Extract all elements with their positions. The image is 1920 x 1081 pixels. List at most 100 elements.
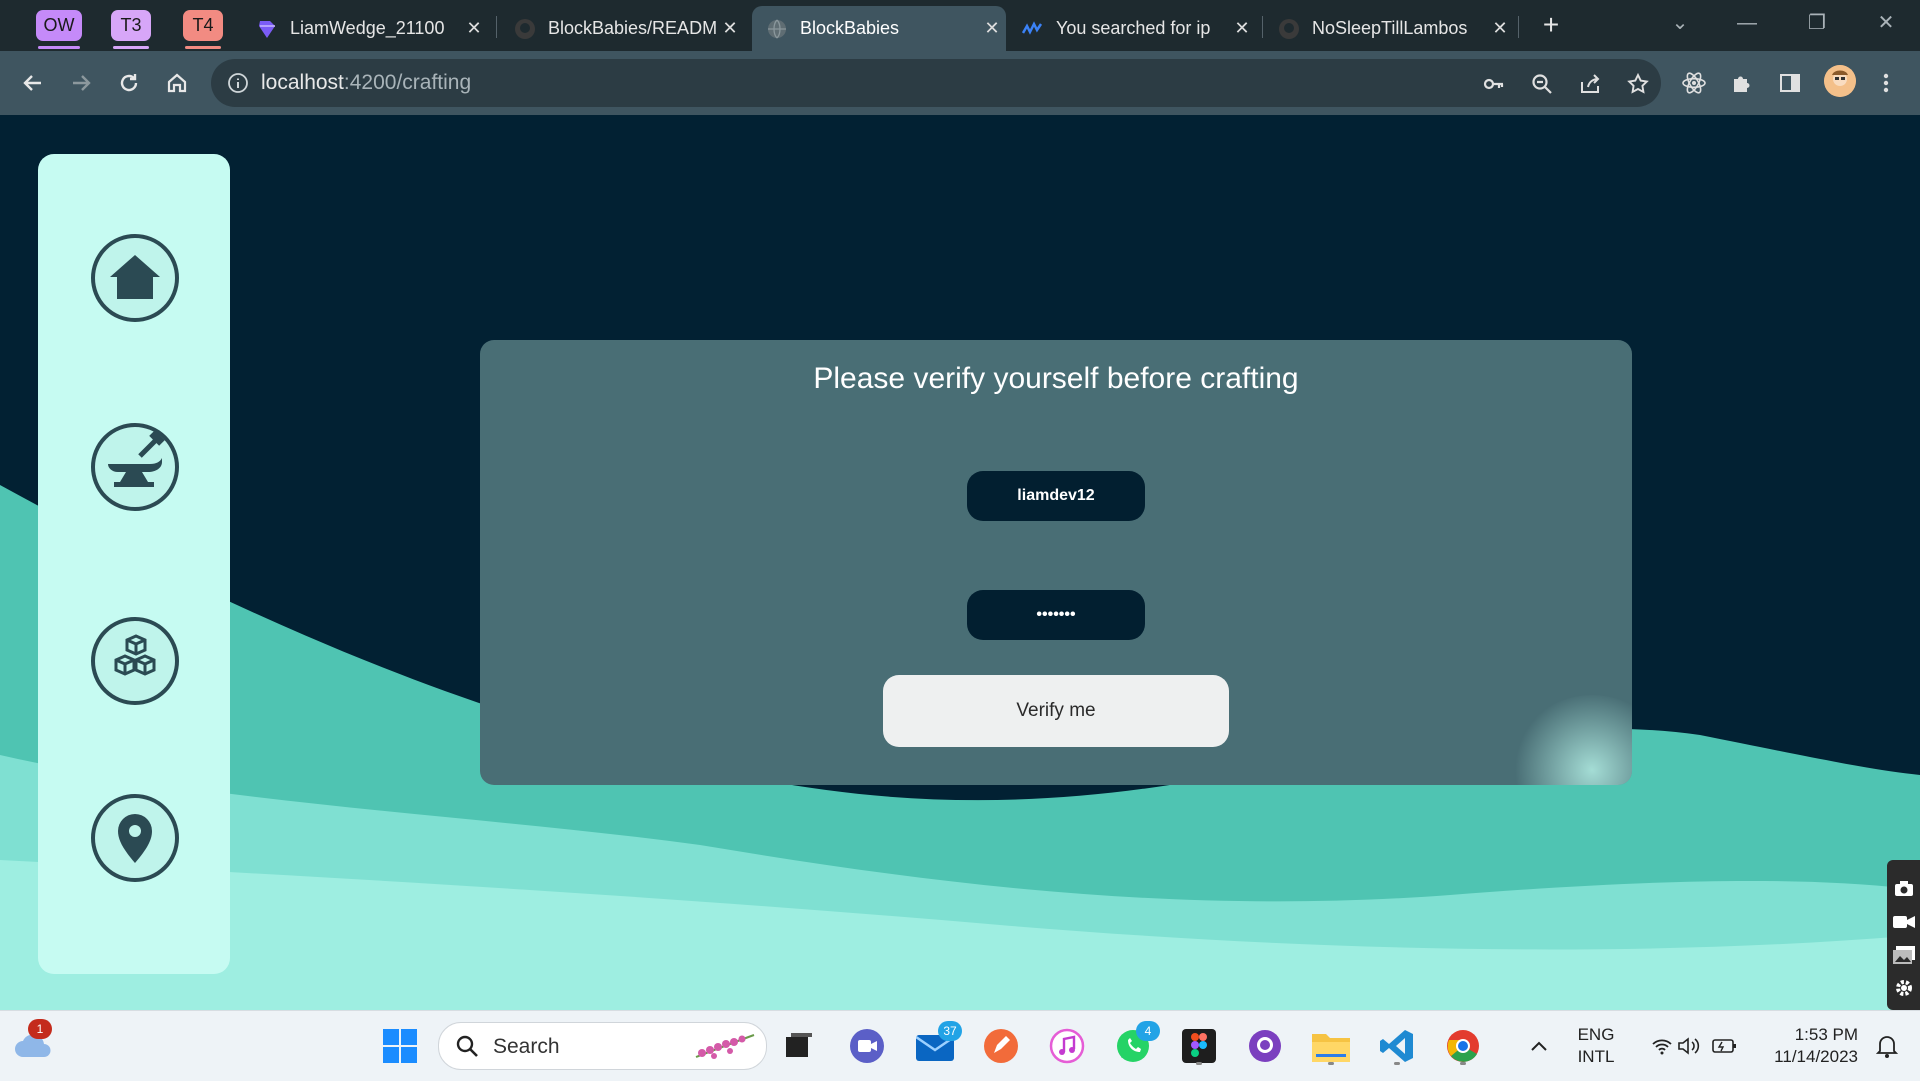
tab-blockbabies-readme[interactable]: BlockBabies/READM ✕ — [500, 6, 744, 51]
taskbar-app-pen[interactable] — [980, 1025, 1022, 1067]
reload-icon — [120, 74, 138, 92]
card-glow — [1512, 695, 1632, 785]
url-path: :4200/crafting — [343, 71, 472, 94]
speaker-icon — [1678, 1037, 1700, 1055]
chevron-up-icon — [1531, 1041, 1547, 1051]
vscode-icon — [1380, 1030, 1413, 1062]
zoom-out-icon[interactable] — [1529, 71, 1555, 97]
task-view-button[interactable] — [778, 1025, 820, 1067]
browser-toolbar: localhost:4200/crafting — [0, 51, 1920, 115]
taskbar-app-chrome[interactable] — [1442, 1025, 1484, 1067]
wave-logo-icon — [1022, 18, 1044, 40]
search-icon — [456, 1035, 478, 1057]
capture-toolbar — [1887, 860, 1920, 1010]
reload-button[interactable] — [111, 65, 147, 101]
mail-badge: 37 — [938, 1021, 962, 1041]
tab-group-label: OW — [43, 15, 75, 35]
home-button[interactable] — [159, 65, 195, 101]
taskbar-app-whatsapp[interactable]: 4 — [1112, 1021, 1160, 1067]
info-icon[interactable] — [227, 72, 249, 94]
react-devtools-icon[interactable] — [1676, 65, 1712, 101]
tab-title: BlockBabies/READM — [548, 18, 716, 38]
tab-group-t4[interactable]: T4 — [183, 10, 223, 49]
nav-home-button[interactable] — [90, 233, 180, 323]
nav-inventory-button[interactable] — [90, 616, 180, 706]
password-field[interactable] — [967, 590, 1145, 640]
extensions-icon[interactable] — [1724, 65, 1760, 101]
taskbar-app-vscode[interactable] — [1376, 1025, 1418, 1067]
taskbar-app-explorer[interactable] — [1310, 1025, 1352, 1067]
tab-liamwedge[interactable]: LiamWedge_21100 ✕ — [242, 6, 488, 51]
tab-search-results[interactable]: You searched for ip ✕ — [1008, 6, 1256, 51]
key-icon[interactable] — [1481, 71, 1507, 97]
taskbar-search[interactable]: Search — [438, 1022, 767, 1070]
clock-time: 1:53 PM — [1794, 1025, 1858, 1044]
globe-icon — [766, 18, 788, 40]
gallery-icon[interactable] — [1893, 944, 1915, 966]
minimize-button[interactable]: — — [1727, 8, 1767, 38]
close-icon[interactable]: ✕ — [978, 18, 1006, 39]
taskbar-app-mail[interactable]: 37 — [914, 1021, 962, 1067]
menu-kebab-icon[interactable] — [1868, 65, 1904, 101]
taskbar-app-github[interactable] — [1244, 1025, 1286, 1067]
forward-button[interactable] — [63, 65, 99, 101]
close-icon[interactable]: ✕ — [1486, 18, 1514, 39]
close-icon[interactable]: ✕ — [1228, 18, 1256, 39]
windows-taskbar: 1 Search 37 4 ENG INTL 1:53 PM 11/14/202… — [0, 1010, 1920, 1081]
nav-location-button[interactable] — [90, 793, 180, 883]
page-title: Please verify yourself before crafting — [813, 362, 1299, 395]
nav-crafting-button[interactable] — [90, 422, 180, 512]
camera-icon[interactable] — [1893, 878, 1915, 900]
language-bottom: INTL — [1577, 1047, 1615, 1066]
clock-date: 11/14/2023 — [1774, 1047, 1858, 1066]
language-indicator[interactable]: ENG INTL — [1568, 1024, 1624, 1068]
start-button[interactable] — [379, 1025, 421, 1067]
weather-widget[interactable]: 1 — [12, 1019, 54, 1067]
address-bar[interactable]: localhost:4200/crafting — [211, 59, 1661, 107]
battery-button[interactable] — [1704, 1025, 1746, 1067]
verify-button[interactable]: Verify me — [883, 675, 1229, 747]
close-icon[interactable]: ✕ — [716, 18, 744, 39]
tab-group-t3[interactable]: T3 — [111, 10, 151, 49]
whatsapp-badge: 4 — [1136, 1021, 1160, 1041]
close-window-button[interactable]: ✕ — [1866, 8, 1906, 38]
side-panel-icon[interactable] — [1772, 65, 1808, 101]
home-icon — [91, 234, 179, 322]
share-icon[interactable] — [1577, 71, 1603, 97]
taskbar-app-itunes[interactable] — [1046, 1025, 1088, 1067]
notification-bell-icon — [1876, 1036, 1898, 1058]
username-field[interactable] — [967, 471, 1145, 521]
figma-icon — [1182, 1029, 1216, 1063]
taskbar-app-teams[interactable] — [846, 1025, 888, 1067]
gear-icon[interactable] — [1893, 977, 1915, 999]
verify-button-label: Verify me — [1016, 700, 1096, 721]
clock[interactable]: 1:53 PM 11/14/2023 — [1754, 1024, 1858, 1068]
notification-button[interactable] — [1866, 1025, 1908, 1067]
flower-decoration-icon — [695, 1034, 755, 1059]
weather-badge: 1 — [28, 1019, 52, 1039]
tab-blockbabies[interactable]: BlockBabies ✕ — [752, 6, 1006, 51]
tab-search-chevron-icon[interactable]: ⌄ — [1660, 8, 1700, 38]
video-icon[interactable] — [1893, 911, 1915, 933]
home-icon — [167, 73, 187, 93]
blocks-icon — [91, 617, 179, 705]
close-icon[interactable]: ✕ — [460, 18, 488, 39]
profile-avatar[interactable] — [1824, 65, 1856, 97]
url-text[interactable]: localhost:4200/crafting — [261, 71, 471, 95]
battery-icon — [1712, 1039, 1736, 1053]
star-icon[interactable] — [1625, 71, 1651, 97]
back-button[interactable] — [15, 65, 51, 101]
tray-overflow-button[interactable] — [1518, 1025, 1560, 1067]
arrow-left-icon — [23, 75, 41, 91]
tab-nosleeptilllambos[interactable]: NoSleepTillLambos ✕ — [1264, 6, 1514, 51]
new-tab-button[interactable]: + — [1536, 10, 1566, 40]
music-icon — [1049, 1028, 1085, 1064]
restore-button[interactable]: ❐ — [1797, 8, 1837, 38]
tab-group-ow[interactable]: OW — [36, 10, 82, 49]
taskbar-app-figma[interactable] — [1178, 1025, 1220, 1067]
github-icon — [514, 18, 536, 40]
side-navigation — [38, 154, 230, 974]
windows-logo-icon — [383, 1029, 417, 1063]
task-view-icon — [786, 1033, 812, 1057]
location-pin-icon — [91, 794, 179, 882]
